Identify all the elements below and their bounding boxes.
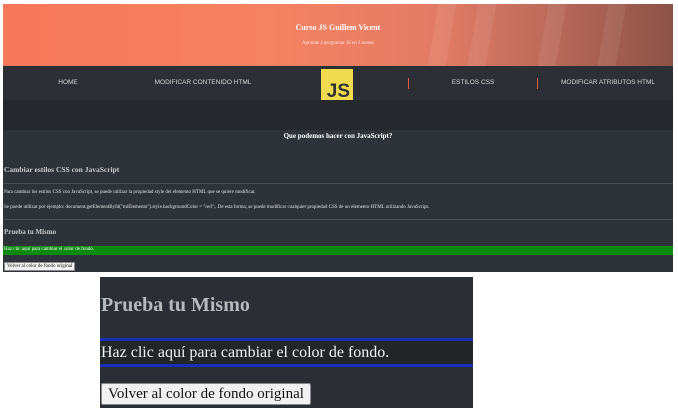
- nav-estilos-css[interactable]: ESTILOS CSS: [443, 66, 503, 100]
- site-subtitle: Aprende a programar JS en 3 meses: [302, 41, 374, 46]
- color-change-bar[interactable]: Haz clic aquí para cambiar el color de f…: [3, 246, 673, 255]
- zoom-color-change-text: Haz clic aquí para cambiar el color de f…: [101, 344, 390, 361]
- nav-spacer: [3, 100, 673, 130]
- js-logo-text: JS: [326, 81, 350, 102]
- main-heading: Que podemos hacer con JavaScript?: [283, 132, 393, 140]
- nav-modificar-atributos[interactable]: MODIFICAR ATRIBUTOS HTML: [551, 66, 665, 100]
- js-logo[interactable]: JS: [321, 69, 353, 101]
- divider: [3, 183, 673, 184]
- page-screenshot: Curso JS Guillem Vicent Aprende a progra…: [3, 4, 673, 272]
- hero-decoration: [427, 4, 457, 66]
- nav-home[interactable]: HOME: [43, 66, 93, 100]
- zoom-reset-color-button[interactable]: Volver al color de fondo original: [101, 383, 311, 405]
- zoom-color-change-bar[interactable]: Haz clic aquí para cambiar el color de f…: [100, 338, 473, 367]
- hero-decoration: [537, 4, 567, 66]
- paragraph-style-example: Se puede utilizar por ejemplo: document.…: [4, 205, 430, 210]
- site-title: Curso JS Guillem Vicent: [295, 23, 381, 32]
- nav-divider: [408, 78, 409, 89]
- nav-divider: [537, 78, 538, 89]
- color-change-text: Haz clic aquí para cambiar el color de f…: [4, 247, 95, 252]
- paragraph-style-intro: Para cambiar los estilos CSS con JavaScr…: [4, 190, 256, 195]
- zoomed-demo-panel: Prueba tu Mismo Haz clic aquí para cambi…: [100, 277, 473, 408]
- hero-decoration: [597, 4, 627, 66]
- section-title-css: Cambiar estilos CSS con JavaScript: [4, 165, 120, 174]
- section-title-try: Prueba tu Mismo: [4, 228, 57, 236]
- reset-color-button[interactable]: Volver al color de fondo original: [4, 262, 76, 271]
- main-nav: HOME MODIFICAR CONTENIDO HTML JS ESTILOS…: [3, 66, 673, 101]
- nav-modificar-contenido[interactable]: MODIFICAR CONTENIDO HTML: [143, 66, 263, 100]
- zoom-section-title: Prueba tu Mismo: [101, 294, 250, 316]
- divider: [3, 219, 673, 220]
- hero-decoration: [467, 4, 497, 66]
- hero-banner: Curso JS Guillem Vicent Aprende a progra…: [3, 4, 673, 66]
